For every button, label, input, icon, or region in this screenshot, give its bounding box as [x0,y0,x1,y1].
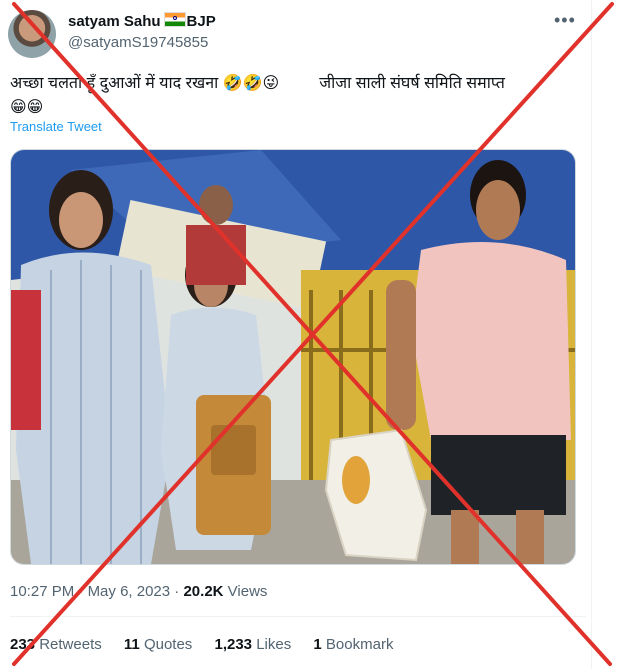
separator: · [78,583,84,600]
likes-stat[interactable]: 1,233 Likes [214,636,291,653]
author-handle[interactable]: @satyamS19745855 [68,34,208,51]
tweet-time: 10:27 PM [10,583,75,600]
tweet-stats: 233 Retweets 11 Quotes 1,233 Likes 1 Boo… [10,636,411,653]
views-label: Views [227,583,268,600]
more-options-icon[interactable]: ••• [554,10,576,31]
tweet-date: May 6, 2023 [87,583,171,600]
tweet-card: satyam Sahu BJP @satyamS19745855 ••• अच्छ… [0,0,592,669]
tweet-photo[interactable] [10,149,576,565]
avatar[interactable] [8,10,56,58]
tweet-text-part1: अच्छा चलता हूँ दुआओं में याद रखना 🤣🤣😜 [10,75,280,92]
tweet-text: अच्छा चलता हूँ दुआओं में याद रखना 🤣🤣😜 जीज… [10,72,570,120]
tweet-timestamp[interactable]: 10:27 PM · May 6, 2023 · 20.2K Views [10,583,267,600]
translate-tweet-link[interactable]: Translate Tweet [10,119,102,134]
separator: · [174,583,180,600]
author-name[interactable]: satyam Sahu BJP [68,12,216,30]
photo-illustration [11,150,575,564]
retweets-stat[interactable]: 233 Retweets [10,636,102,653]
divider [10,616,586,617]
tweet-text-emoji: 😁😁 [10,99,44,116]
india-flag-icon [163,12,186,27]
tweet-text-part2: जीजा साली संघर्ष समिति समाप्त [319,75,505,92]
views-count: 20.2K [183,583,224,600]
author-name-text: satyam Sahu [68,13,161,30]
bookmarks-stat[interactable]: 1 Bookmark [313,636,393,653]
author-suffix: BJP [186,13,216,30]
quotes-stat[interactable]: 11 Quotes [124,636,192,653]
